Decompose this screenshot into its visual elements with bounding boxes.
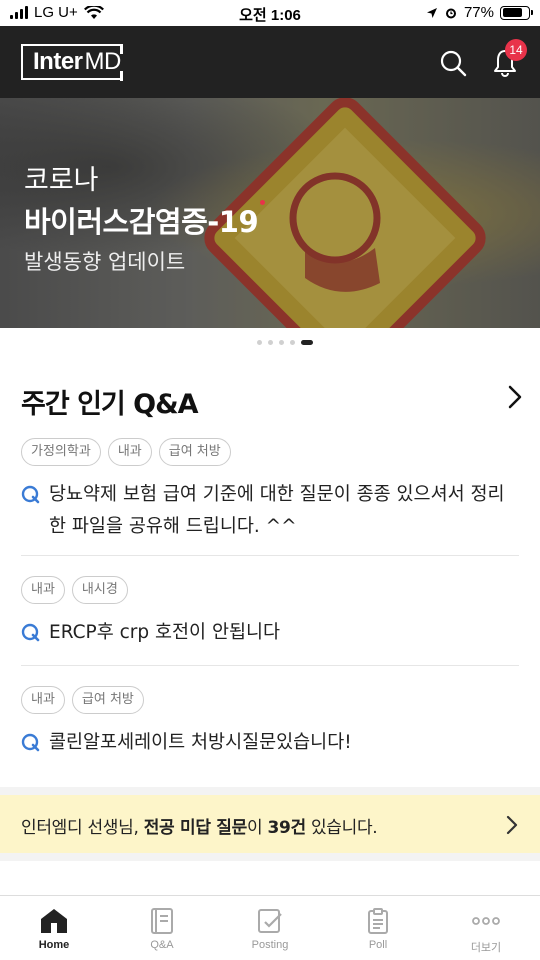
search-icon[interactable] (438, 48, 468, 78)
tag-list: 가정의학과 내과 급여 처방 (21, 438, 519, 468)
tab-posting[interactable]: Posting (216, 896, 324, 960)
banner-line-1: 코로나 (24, 165, 99, 196)
alarm-icon (445, 8, 456, 18)
status-bar: LG U+ 오전 1:06 77% (0, 0, 540, 26)
clipboard-icon (368, 908, 388, 934)
notice-text: 인터엠디 선생님, 전공 미답 질문이 39건 있습니다. (21, 818, 378, 838)
weekly-qa-header[interactable]: 주간 인기 Q&A (0, 356, 540, 438)
carousel-dot[interactable] (257, 339, 262, 345)
banner-accent-dot (260, 200, 265, 205)
book-icon (151, 908, 173, 934)
tab-home[interactable]: Home (0, 896, 108, 960)
tag-chip[interactable]: 내과 (107, 438, 152, 466)
carousel-dot[interactable] (301, 339, 313, 345)
question-text[interactable]: 콜린알포세레이트 처방시질문있습니다! (49, 727, 352, 759)
qa-item[interactable]: 내과 급여 처방 콜린알포세레이트 처방시질문있습니다! (0, 666, 540, 787)
section-title: 주간 인기 Q&A (21, 389, 199, 420)
question-text[interactable]: 당뇨약제 보험 급여 기준에 대한 질문이 종종 있으셔서 정리한 파일을 공유… (49, 479, 519, 543)
unanswered-notice-banner[interactable]: 인터엠디 선생님, 전공 미답 질문이 39건 있습니다. (0, 795, 540, 853)
home-icon (41, 909, 67, 933)
tab-qa[interactable]: Q&A (108, 896, 216, 960)
qa-list: 가정의학과 내과 급여 처방 당뇨약제 보험 급여 기준에 대한 질문이 종종 … (0, 438, 540, 787)
carousel-indicator (0, 328, 540, 356)
chevron-right-icon[interactable] (508, 385, 522, 409)
tag-chip[interactable]: 내과 (21, 576, 65, 604)
tag-chip[interactable]: 내과 (21, 686, 65, 714)
battery-icon (500, 5, 533, 20)
tag-chip[interactable]: 내시경 (71, 576, 128, 604)
app-header: Inter MD 14 (0, 26, 540, 98)
battery-percent: 77% (463, 4, 494, 21)
question-q-icon (21, 733, 40, 752)
banner-line-3: 발생동향 업데이트 (24, 250, 186, 274)
bottom-tab-bar: Home Q&A Posting Poll 더보기 (0, 895, 540, 960)
notification-badge: 14 (505, 39, 527, 61)
carousel-dot[interactable] (290, 339, 295, 345)
tag-list: 내과 급여 처방 (21, 686, 519, 716)
tab-more[interactable]: 더보기 (432, 896, 540, 960)
tab-poll[interactable]: Poll (324, 896, 432, 960)
qa-item[interactable]: 가정의학과 내과 급여 처방 당뇨약제 보험 급여 기준에 대한 질문이 종종 … (0, 438, 540, 555)
more-icon (472, 917, 500, 925)
intermd-logo[interactable]: Inter MD (21, 43, 123, 81)
tag-chip[interactable]: 급여 처방 (158, 438, 231, 466)
tag-chip[interactable]: 급여 처방 (71, 686, 144, 714)
tag-chip[interactable]: 가정의학과 (21, 438, 101, 466)
location-arrow-icon (426, 7, 437, 18)
chevron-right-icon[interactable] (506, 815, 518, 835)
carousel-dot[interactable] (268, 339, 273, 345)
carousel-dot[interactable] (279, 339, 284, 345)
banner-carousel[interactable]: 코로나 바이러스감염증-19 발생동향 업데이트 (0, 98, 540, 328)
tag-list: 내과 내시경 (21, 576, 519, 606)
banner-line-2: 바이러스감염증-19 (24, 205, 259, 239)
question-q-icon (21, 623, 40, 642)
question-text[interactable]: ERCP후 crp 호전이 안됩니다 (49, 617, 280, 649)
question-q-icon (21, 485, 40, 504)
edit-icon (258, 909, 282, 933)
qa-item[interactable]: 내과 내시경 ERCP후 crp 호전이 안됩니다 (0, 556, 540, 665)
